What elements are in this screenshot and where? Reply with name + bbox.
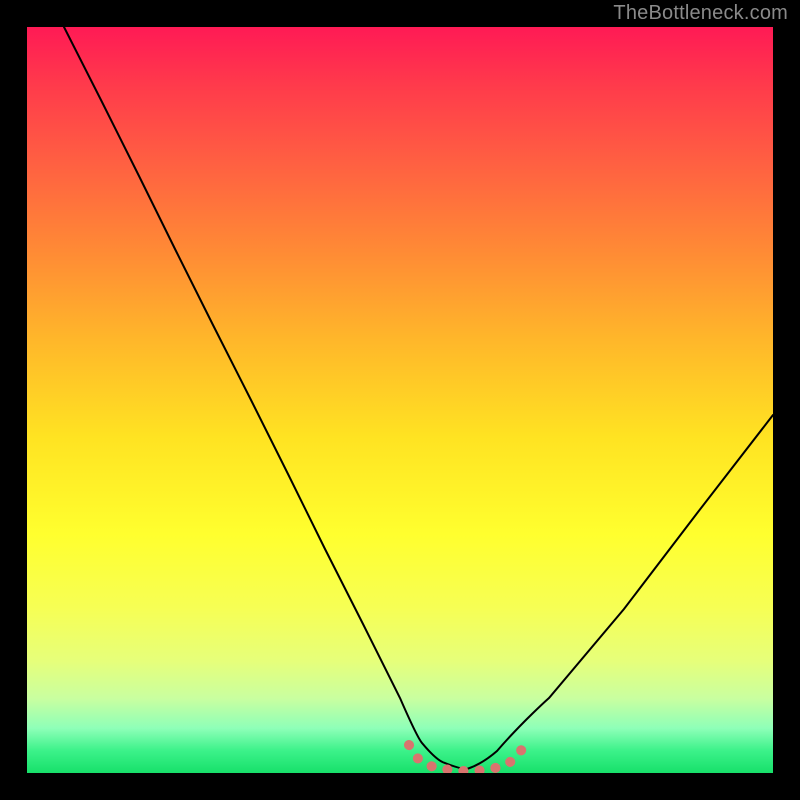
bottleneck-curve bbox=[64, 27, 773, 769]
chart-frame: TheBottleneck.com bbox=[0, 0, 800, 800]
watermark-text: TheBottleneck.com bbox=[613, 2, 788, 25]
plot-area bbox=[27, 27, 773, 773]
curve-svg bbox=[27, 27, 773, 773]
